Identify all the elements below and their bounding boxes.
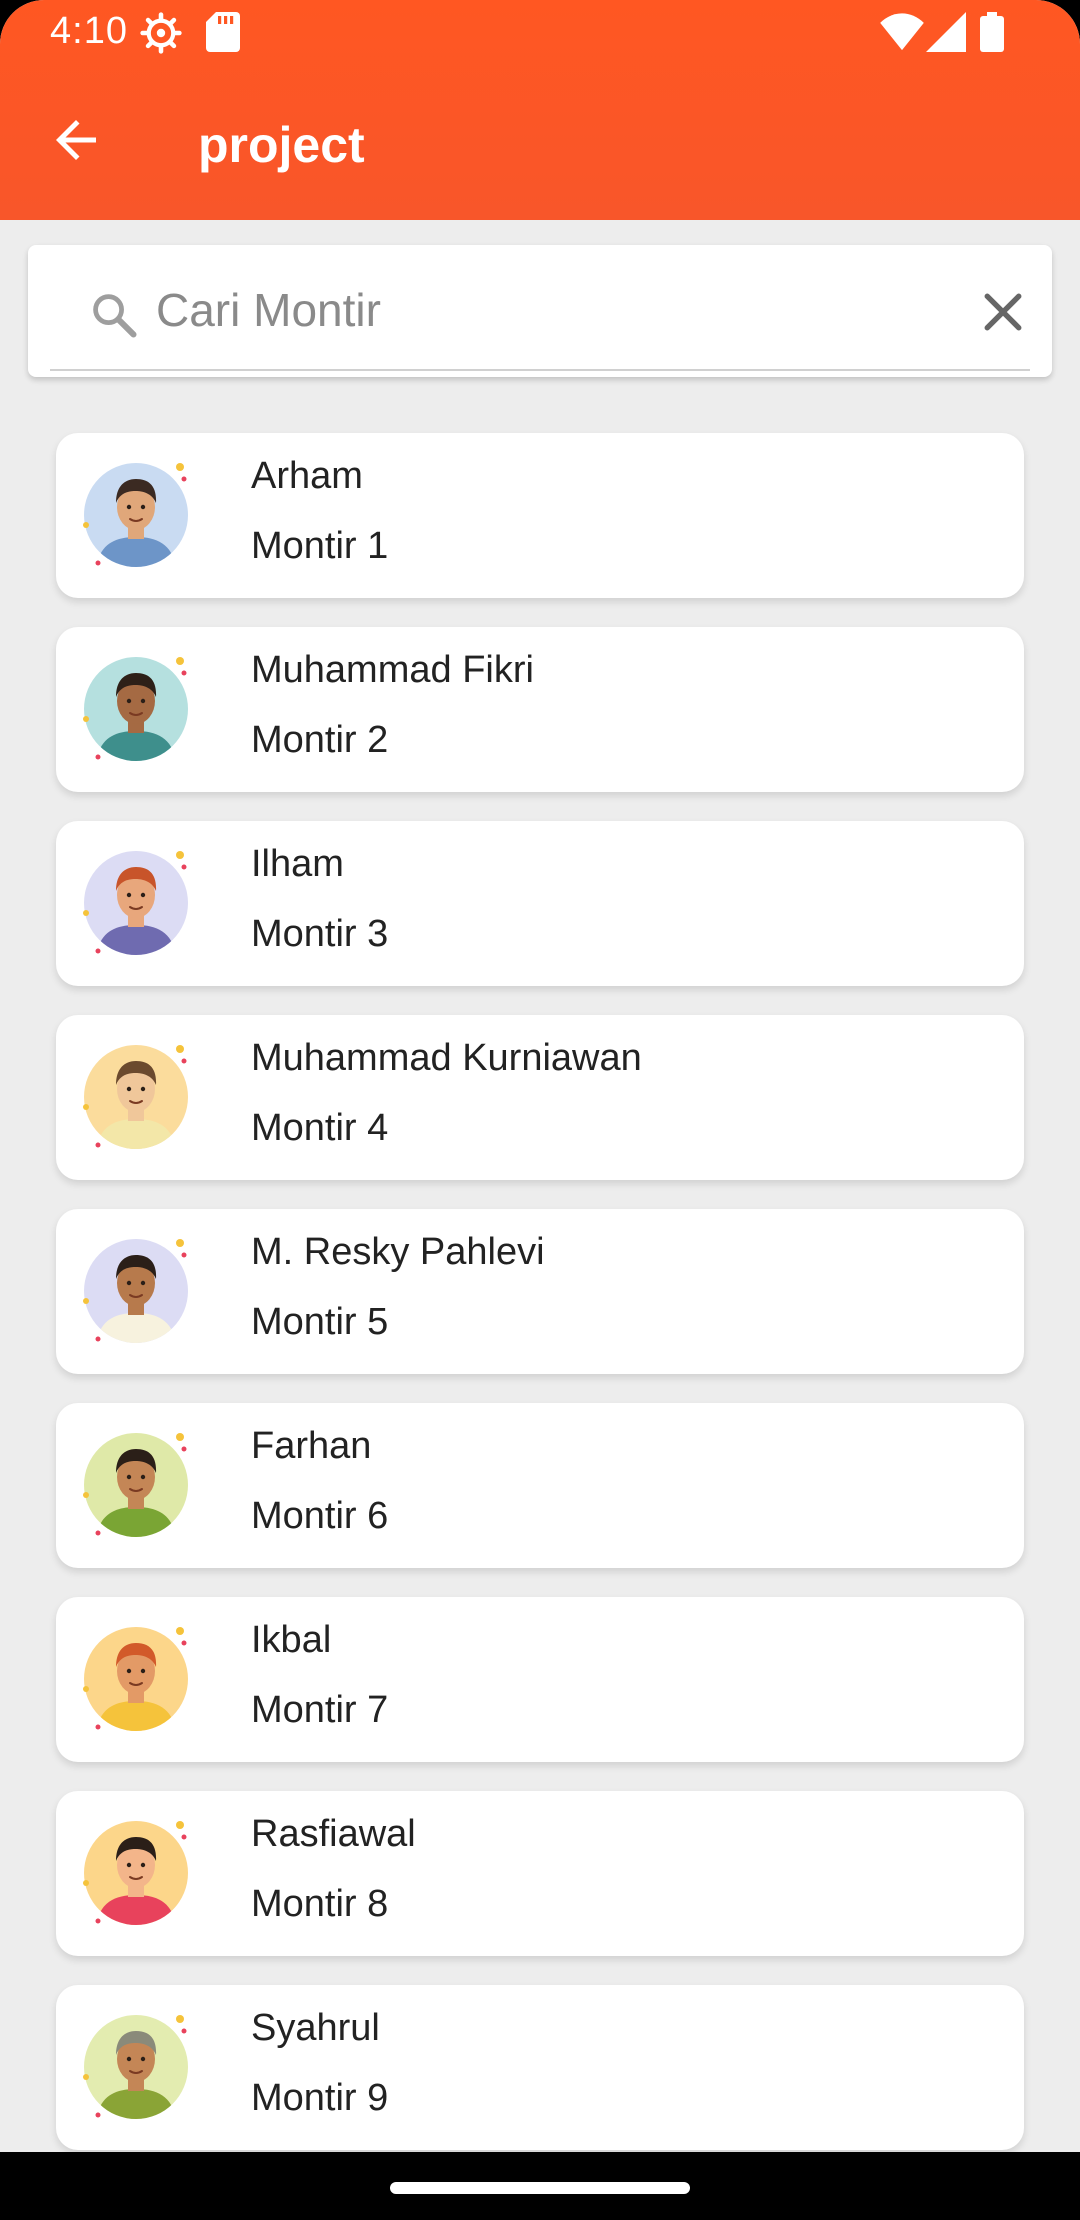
system-nav-bar bbox=[0, 2152, 1080, 2220]
search-bar bbox=[28, 245, 1052, 377]
mechanic-name: Muhammad Fikri bbox=[251, 649, 534, 691]
avatar bbox=[80, 1623, 192, 1735]
mechanic-role: Montir 4 bbox=[251, 1107, 389, 1149]
mechanic-card-5[interactable]: M. Resky Pahlevi Montir 5 bbox=[56, 1209, 1024, 1374]
status-bar: 4:10 bbox=[0, 0, 1080, 66]
close-icon bbox=[976, 293, 1030, 343]
sd-card-icon bbox=[206, 12, 240, 57]
mechanic-card-2[interactable]: Muhammad Fikri Montir 2 bbox=[56, 627, 1024, 792]
mechanic-list: Arham Montir 1 Muhammad Fikri Montir 2 I… bbox=[56, 433, 1024, 2152]
avatar bbox=[80, 653, 192, 765]
app-screen: 4:10 project Cari Montir Arham Montir 1 … bbox=[0, 0, 1080, 2152]
mechanic-role: Montir 2 bbox=[251, 719, 389, 761]
mechanic-card-6[interactable]: Farhan Montir 6 bbox=[56, 1403, 1024, 1568]
mechanic-role: Montir 1 bbox=[251, 525, 389, 567]
mechanic-role: Montir 3 bbox=[251, 913, 389, 955]
app-bar: 4:10 project bbox=[0, 0, 1080, 220]
mechanic-role: Montir 5 bbox=[251, 1301, 389, 1343]
wifi-icon bbox=[880, 12, 924, 57]
page-title: project bbox=[198, 117, 365, 173]
settings-gear-icon bbox=[140, 12, 182, 59]
avatar bbox=[80, 847, 192, 959]
avatar bbox=[80, 2011, 192, 2123]
clear-search-button[interactable] bbox=[976, 285, 1030, 339]
mechanic-card-7[interactable]: Ikbal Montir 7 bbox=[56, 1597, 1024, 1762]
search-underline bbox=[50, 369, 1030, 371]
mechanic-card-3[interactable]: Ilham Montir 3 bbox=[56, 821, 1024, 986]
mechanic-name: Muhammad Kurniawan bbox=[251, 1037, 642, 1079]
mechanic-card-9[interactable]: Syahrul Montir 9 bbox=[56, 1985, 1024, 2150]
signal-icon bbox=[926, 12, 966, 57]
mechanic-card-8[interactable]: Rasfiawal Montir 8 bbox=[56, 1791, 1024, 1956]
mechanic-name: Ilham bbox=[251, 843, 344, 885]
avatar bbox=[80, 1041, 192, 1153]
mechanic-role: Montir 6 bbox=[251, 1495, 389, 1537]
mechanic-name: Ikbal bbox=[251, 1619, 332, 1661]
avatar bbox=[80, 1235, 192, 1347]
avatar bbox=[80, 1817, 192, 1929]
mechanic-name: M. Resky Pahlevi bbox=[251, 1231, 545, 1273]
search-input[interactable] bbox=[156, 275, 936, 345]
mechanic-card-1[interactable]: Arham Montir 1 bbox=[56, 433, 1024, 598]
avatar bbox=[80, 459, 192, 571]
mechanic-role: Montir 9 bbox=[251, 2077, 389, 2119]
mechanic-name: Rasfiawal bbox=[251, 1813, 416, 1855]
mechanic-name: Farhan bbox=[251, 1425, 372, 1467]
mechanic-role: Montir 7 bbox=[251, 1689, 389, 1731]
avatar bbox=[80, 1429, 192, 1541]
status-time: 4:10 bbox=[50, 10, 128, 52]
home-gesture-handle[interactable] bbox=[390, 2182, 690, 2194]
mechanic-name: Arham bbox=[251, 455, 363, 497]
mechanic-role: Montir 8 bbox=[251, 1883, 389, 1925]
arrow-back-icon bbox=[46, 120, 106, 174]
battery-icon bbox=[980, 12, 1004, 57]
back-button[interactable] bbox=[46, 110, 106, 170]
mechanic-name: Syahrul bbox=[251, 2007, 380, 2049]
mechanic-card-4[interactable]: Muhammad Kurniawan Montir 4 bbox=[56, 1015, 1024, 1180]
search-icon bbox=[88, 289, 140, 346]
